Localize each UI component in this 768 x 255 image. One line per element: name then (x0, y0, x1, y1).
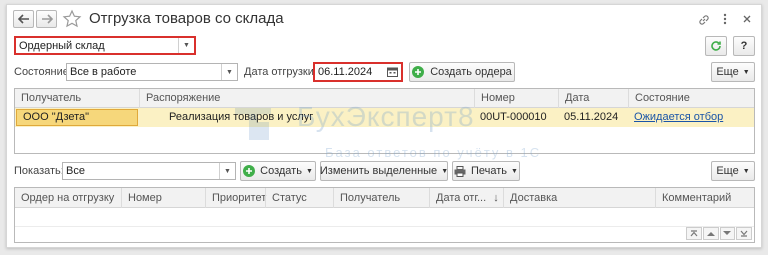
show-select[interactable]: Все ▼ (62, 162, 236, 180)
warehouse-select[interactable]: Ордерный склад ▼ (14, 36, 196, 55)
col-state[interactable]: Состояние (628, 89, 755, 108)
col-number[interactable]: Номер (474, 89, 558, 108)
scroll-up-icon[interactable] (702, 227, 719, 240)
status-value: Все в работе (70, 66, 137, 78)
show-value: Все (66, 165, 85, 177)
status-select[interactable]: Все в работе ▼ (66, 63, 238, 81)
col-number[interactable]: Номер (121, 188, 205, 208)
col-delivery[interactable]: Доставка (503, 188, 655, 208)
more-button-bottom[interactable]: Еще ▼ (711, 161, 755, 181)
plus-circle-icon (243, 165, 256, 177)
date-label: Дата отгрузки: (244, 66, 317, 78)
refresh-icon (711, 41, 721, 51)
chevron-down-icon: ▼ (742, 167, 750, 175)
create-orders-label: Создать ордера (430, 66, 512, 78)
page-title: Отгрузка товаров со склада (89, 10, 284, 27)
chevron-down-icon[interactable]: ▼ (221, 64, 237, 80)
arrow-left-icon (17, 14, 29, 24)
calendar-icon[interactable] (387, 67, 398, 77)
chevron-down-icon: ▼ (511, 167, 518, 175)
scroll-controls (686, 227, 752, 240)
plus-circle-icon (412, 66, 425, 78)
more-vertical-icon[interactable] (721, 12, 729, 26)
chevron-down-icon: ▼ (742, 68, 750, 76)
print-button[interactable]: Печать ▼ (452, 161, 520, 181)
empty-row-area (15, 208, 754, 227)
chevron-down-icon[interactable]: ▼ (219, 163, 235, 179)
show-label: Показать: (14, 165, 64, 177)
shipment-table-header: Ордер на отгрузку Номер Приоритет Статус… (15, 188, 754, 208)
status-label: Состояние: (14, 66, 72, 78)
print-label: Печать (471, 165, 508, 177)
help-label: ? (740, 40, 748, 52)
create-button[interactable]: Создать ▼ (240, 161, 316, 181)
date-value: 06.11.2024 (318, 66, 373, 78)
cell-state-link[interactable]: Ожидается отбор (628, 108, 723, 127)
col-shipment-order[interactable]: Ордер на отгрузку (15, 188, 121, 208)
arrow-right-icon (41, 14, 53, 24)
col-recipient[interactable]: Получатель (333, 188, 429, 208)
col-date[interactable]: Дата (558, 89, 628, 108)
col-status[interactable]: Статус (265, 188, 333, 208)
more-label: Еще (716, 165, 739, 177)
chevron-down-icon: ▼ (305, 167, 313, 175)
more-label: Еще (716, 66, 739, 78)
date-field[interactable]: 06.11.2024 (313, 62, 403, 82)
edit-selected-label: Изменить выделенные (319, 165, 438, 177)
cell-number[interactable]: 00UT-000010 (474, 108, 547, 127)
scroll-bottom-icon[interactable] (736, 227, 752, 240)
col-ship-date[interactable]: Дата отг... ↓ (429, 188, 503, 208)
create-label: Создать (260, 165, 302, 177)
chevron-down-icon[interactable]: ▼ (178, 38, 194, 53)
shipment-table: Ордер на отгрузку Номер Приоритет Статус… (14, 187, 755, 243)
edit-selected-button[interactable]: Изменить выделенные ▼ (320, 161, 448, 181)
watermark-text: БухЭксперт8 (297, 101, 475, 132)
sort-down-icon: ↓ (493, 192, 499, 204)
close-icon[interactable] (741, 13, 753, 25)
warehouse-value: Ордерный склад (19, 39, 105, 52)
star-outline-icon[interactable] (62, 9, 82, 29)
more-button-top[interactable]: Еще ▼ (711, 62, 755, 82)
scroll-down-icon[interactable] (719, 227, 736, 240)
col-recipient[interactable]: Получатель (15, 89, 139, 108)
watermark-subtitle: База ответов по учёту в 1С (325, 145, 542, 160)
main-window: Отгрузка товаров со склада Ордерный скла… (6, 4, 762, 248)
help-button[interactable]: ? (733, 36, 755, 56)
scroll-top-icon[interactable] (686, 227, 702, 240)
forward-button[interactable] (36, 10, 57, 28)
refresh-button[interactable] (705, 36, 727, 56)
col-comment[interactable]: Комментарий (655, 188, 755, 208)
printer-icon (454, 165, 466, 177)
col-priority[interactable]: Приоритет (205, 188, 266, 208)
watermark-logo (232, 102, 274, 144)
chevron-down-icon: ▼ (441, 167, 449, 175)
back-button[interactable] (13, 10, 34, 28)
cell-date[interactable]: 05.11.2024 (558, 108, 618, 127)
link-icon[interactable] (697, 13, 711, 27)
cell-recipient[interactable]: ООО "Дзета" (16, 109, 138, 126)
create-orders-button[interactable]: Создать ордера (409, 62, 515, 82)
col-ship-date-label: Дата отг... (436, 192, 487, 204)
